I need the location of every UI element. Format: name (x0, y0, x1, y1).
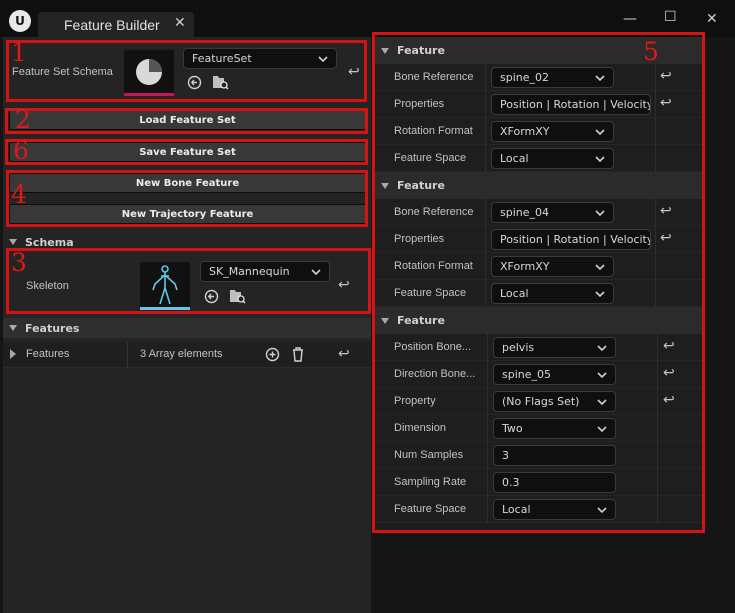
unreal-logo-icon: U (9, 10, 31, 32)
annotation-box-1 (6, 40, 367, 102)
features-header-label: Features (25, 321, 80, 335)
annotation-box-2 (5, 108, 368, 134)
trash-icon[interactable] (291, 346, 305, 362)
features-count: 3 Array elements (140, 348, 223, 360)
caret-right-icon[interactable] (10, 349, 16, 359)
tab-title: Feature Builder (64, 17, 160, 33)
minimize-icon[interactable]: — (623, 11, 637, 27)
annotation-box-3 (6, 248, 371, 314)
annotation-box-5 (372, 32, 705, 533)
caret-down-icon (9, 239, 17, 245)
annotation-box-6 (5, 139, 368, 165)
column-divider (127, 342, 128, 368)
features-label: Features (26, 348, 70, 360)
reset-to-default-icon[interactable]: ↩ (338, 346, 350, 362)
close-window-icon[interactable]: ✕ (706, 11, 718, 27)
schema-header-label: Schema (25, 235, 74, 249)
annotation-box-4 (6, 170, 368, 227)
features-section-header[interactable]: Features (3, 318, 371, 338)
tab-close-icon[interactable]: ✕ (174, 15, 186, 31)
add-element-icon[interactable] (265, 347, 280, 362)
maximize-icon[interactable]: ☐ (664, 9, 677, 25)
caret-down-icon (9, 325, 17, 331)
